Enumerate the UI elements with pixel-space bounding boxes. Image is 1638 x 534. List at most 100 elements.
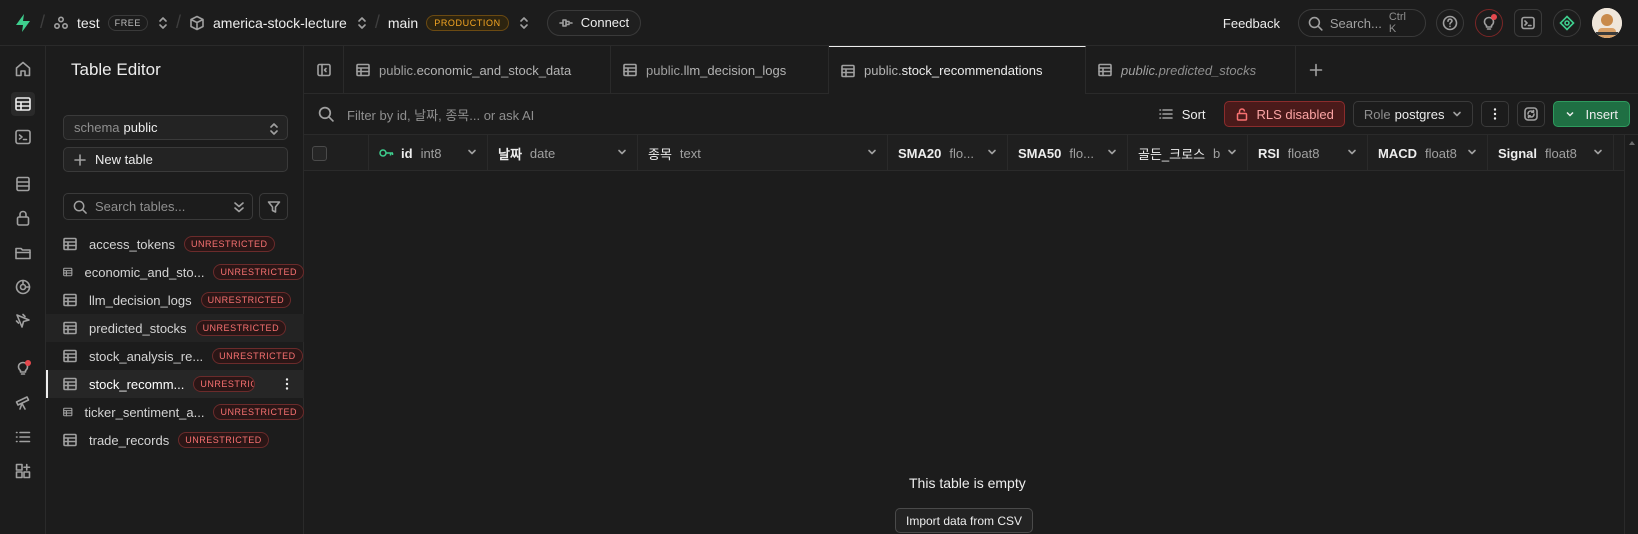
tab-schema: public. xyxy=(646,62,684,78)
column-type: b xyxy=(1213,145,1221,161)
column-header-date[interactable]: 날짜 date xyxy=(488,135,638,171)
table-icon xyxy=(63,237,77,251)
plan-badge: FREE xyxy=(107,14,148,31)
tab-predicted-stocks[interactable]: public.predicted_stocks xyxy=(1086,46,1296,94)
storage-folder-icon[interactable] xyxy=(12,242,34,264)
column-header-sma50[interactable]: SMA50 flo... xyxy=(1008,135,1128,171)
table-icon xyxy=(63,321,77,335)
logs-list-icon[interactable] xyxy=(12,426,34,448)
refresh-button[interactable] xyxy=(1517,101,1546,127)
help-button[interactable] xyxy=(1436,9,1464,37)
chevron-down-icon[interactable] xyxy=(467,147,477,157)
tab-label: llm_decision_logs xyxy=(683,62,787,78)
integrations-icon[interactable] xyxy=(12,460,34,482)
unrestricted-badge: UNRESTRICTED xyxy=(178,432,269,448)
nav-rail xyxy=(0,46,46,534)
column-header-rsi[interactable]: RSI float8 xyxy=(1248,135,1368,171)
chevron-updown-icon xyxy=(159,16,167,29)
tab-llm-decision-logs[interactable]: public.llm_decision_logs xyxy=(611,46,829,94)
chevron-down-icon xyxy=(1566,111,1575,117)
org-name: test xyxy=(77,14,100,31)
assistant-icon xyxy=(1559,15,1575,31)
chevron-down-icon[interactable] xyxy=(1593,147,1603,157)
tab-economic-and-stock-data[interactable]: public.economic_and_stock_data xyxy=(344,46,611,94)
chevron-down-icon[interactable] xyxy=(987,147,997,157)
org-selector[interactable]: test FREE xyxy=(53,0,168,46)
table-list-item[interactable]: llm_decision_logs UNRESTRICTED xyxy=(46,286,304,314)
import-csv-button[interactable]: Import data from CSV xyxy=(895,508,1034,533)
user-avatar[interactable] xyxy=(1592,8,1622,38)
schema-value: public xyxy=(123,120,158,135)
assistant-button[interactable] xyxy=(1553,9,1581,37)
tab-stock-recommendations[interactable]: public.stock_recommendations xyxy=(829,46,1086,94)
chevron-updown-icon xyxy=(358,16,366,29)
advisors-lightbulb-icon[interactable] xyxy=(12,357,34,379)
schema-selector[interactable]: schema public xyxy=(63,115,288,140)
chevron-down-icon[interactable] xyxy=(1107,147,1117,157)
new-table-button[interactable]: New table xyxy=(63,147,288,172)
table-list-item[interactable]: access_tokens UNRESTRICTED xyxy=(46,230,304,258)
chevron-down-icon[interactable] xyxy=(1227,147,1237,157)
new-tab-button[interactable] xyxy=(1296,46,1336,94)
column-header-golden-cross[interactable]: 골든_크로스 b xyxy=(1128,135,1248,171)
table-list-item[interactable]: predicted_stocks UNRESTRICTED xyxy=(46,314,304,342)
search-shortcut: Ctrl K xyxy=(1388,11,1406,35)
collapse-sidebar-button[interactable] xyxy=(304,46,344,94)
global-search[interactable]: Search... Ctrl K xyxy=(1298,9,1426,37)
sort-button[interactable]: Sort xyxy=(1149,101,1216,127)
column-header-id[interactable]: id int8 xyxy=(369,135,488,171)
vertical-scrollbar[interactable] xyxy=(1624,135,1638,534)
observability-telescope-icon[interactable] xyxy=(12,391,34,413)
scroll-up-arrow-icon[interactable] xyxy=(1628,139,1636,147)
plug-icon xyxy=(558,18,573,27)
filter-input[interactable]: Filter by id, 날짜, 종목... or ask AI xyxy=(318,105,534,124)
role-selector[interactable]: Role postgres xyxy=(1352,101,1474,127)
select-all-checkbox[interactable] xyxy=(312,145,327,161)
supabase-logo-icon[interactable] xyxy=(14,0,32,46)
column-header-macd[interactable]: MACD float8 xyxy=(1368,135,1488,171)
chevron-down-icon[interactable] xyxy=(867,147,877,157)
terminal-button[interactable] xyxy=(1514,9,1542,37)
edge-functions-icon[interactable] xyxy=(12,276,34,298)
chevron-down-icon[interactable] xyxy=(617,147,627,157)
table-name: ticker_sentiment_a... xyxy=(84,404,205,420)
table-list-item[interactable]: economic_and_sto... UNRESTRICTED xyxy=(46,258,304,286)
tab-schema: public. xyxy=(379,62,417,78)
more-options-icon[interactable] xyxy=(280,377,294,391)
table-list: access_tokens UNRESTRICTED economic_and_… xyxy=(46,230,304,454)
table-list-item[interactable]: trade_records UNRESTRICTED xyxy=(46,426,304,454)
more-actions-button[interactable] xyxy=(1481,101,1510,127)
connect-button[interactable]: Connect xyxy=(546,9,642,36)
column-header-ticker[interactable]: 종목 text xyxy=(638,135,888,171)
table-list-item-active[interactable]: stock_recomm... UNRESTRICTED xyxy=(46,370,304,398)
filter-tables-button[interactable] xyxy=(259,193,288,220)
advisor-button[interactable] xyxy=(1475,9,1503,37)
chevron-down-icon[interactable] xyxy=(1347,147,1357,157)
chevron-down-icon[interactable] xyxy=(1467,147,1477,157)
branch-selector[interactable]: main PRODUCTION xyxy=(388,0,529,46)
table-editor-icon[interactable] xyxy=(11,92,35,116)
role-label: Role xyxy=(1363,106,1391,122)
column-type: float8 xyxy=(1545,145,1577,161)
auth-lock-icon[interactable] xyxy=(12,207,34,229)
database-icon[interactable] xyxy=(12,173,34,195)
column-name: SMA50 xyxy=(1018,145,1062,161)
schema-label: schema xyxy=(74,120,120,135)
column-name: RSI xyxy=(1258,145,1280,161)
column-type: float8 xyxy=(1425,145,1457,161)
feedback-button[interactable]: Feedback xyxy=(1223,16,1280,31)
rls-disabled-button[interactable]: RLS disabled xyxy=(1223,101,1345,127)
project-selector[interactable]: america-stock-lecture xyxy=(189,0,367,46)
home-icon[interactable] xyxy=(12,58,34,80)
sql-editor-icon[interactable] xyxy=(12,126,34,148)
insert-button[interactable]: Insert xyxy=(1553,101,1630,127)
table-list-item[interactable]: stock_analysis_re... UNRESTRICTED xyxy=(46,342,304,370)
column-header-sma20[interactable]: SMA20 flo... xyxy=(888,135,1008,171)
search-tables-input[interactable]: Search tables... xyxy=(63,193,253,220)
org-icon xyxy=(54,15,69,29)
sidebar-toggle-icon xyxy=(316,63,331,77)
table-list-item[interactable]: ticker_sentiment_a... UNRESTRICTED xyxy=(46,398,304,426)
tab-label: economic_and_stock_data xyxy=(416,62,572,78)
realtime-cursor-icon[interactable] xyxy=(12,310,34,332)
column-header-signal[interactable]: Signal float8 xyxy=(1488,135,1614,171)
